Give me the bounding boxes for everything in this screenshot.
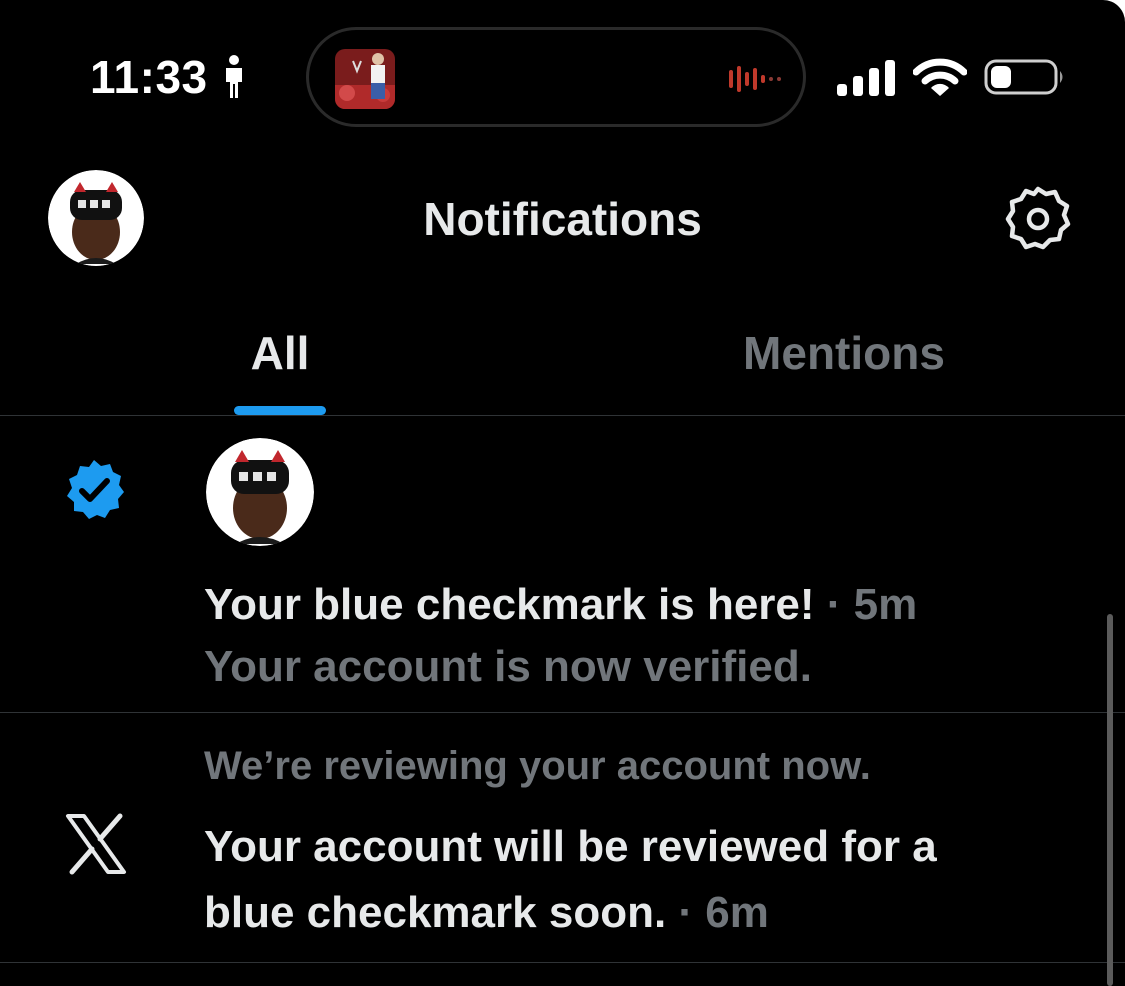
verified-badge-icon bbox=[67, 460, 124, 519]
audio-waveform-icon bbox=[729, 66, 781, 92]
cellular-signal-icon bbox=[837, 60, 895, 96]
notification-avatar[interactable] bbox=[206, 438, 314, 546]
battery-icon bbox=[984, 59, 1063, 95]
tab-mentions[interactable]: Mentions bbox=[694, 326, 994, 380]
notification-time: 6m bbox=[705, 888, 769, 937]
notification-divider bbox=[0, 712, 1125, 713]
notification-title-text: Your blue checkmark is here! bbox=[204, 580, 815, 629]
tab-all[interactable]: All bbox=[180, 326, 380, 380]
tabs-divider bbox=[0, 415, 1125, 416]
notification-title-line2[interactable]: blue checkmark soon. · 6m bbox=[204, 888, 769, 938]
notification-body: Your account is now verified. bbox=[204, 642, 812, 691]
page-title: Notifications bbox=[423, 193, 702, 245]
notification-title-text: blue checkmark soon. bbox=[204, 888, 667, 937]
notification-divider bbox=[0, 962, 1125, 963]
x-logo-icon bbox=[66, 813, 126, 875]
notification-time: 5m bbox=[853, 580, 918, 629]
notification-preview: We’re reviewing your account now. bbox=[204, 744, 871, 788]
notification-title-line1[interactable]: Your account will be reviewed for a bbox=[204, 822, 937, 872]
status-time: 11:33 bbox=[90, 51, 208, 103]
now-playing-artwork-icon[interactable] bbox=[335, 49, 395, 109]
separator: · bbox=[666, 888, 706, 937]
notifications-screen: 11:33 Notifications All Mentions Your bl… bbox=[0, 0, 1125, 986]
settings-gear-icon[interactable] bbox=[1003, 184, 1073, 254]
active-tab-indicator bbox=[234, 406, 326, 415]
scrollbar[interactable] bbox=[1107, 614, 1113, 986]
notification-title[interactable]: Your blue checkmark is here! · 5m bbox=[204, 580, 917, 630]
separator: · bbox=[814, 580, 854, 629]
person-activity-icon bbox=[226, 55, 242, 98]
wifi-icon bbox=[913, 58, 967, 96]
dynamic-island[interactable] bbox=[306, 27, 806, 127]
